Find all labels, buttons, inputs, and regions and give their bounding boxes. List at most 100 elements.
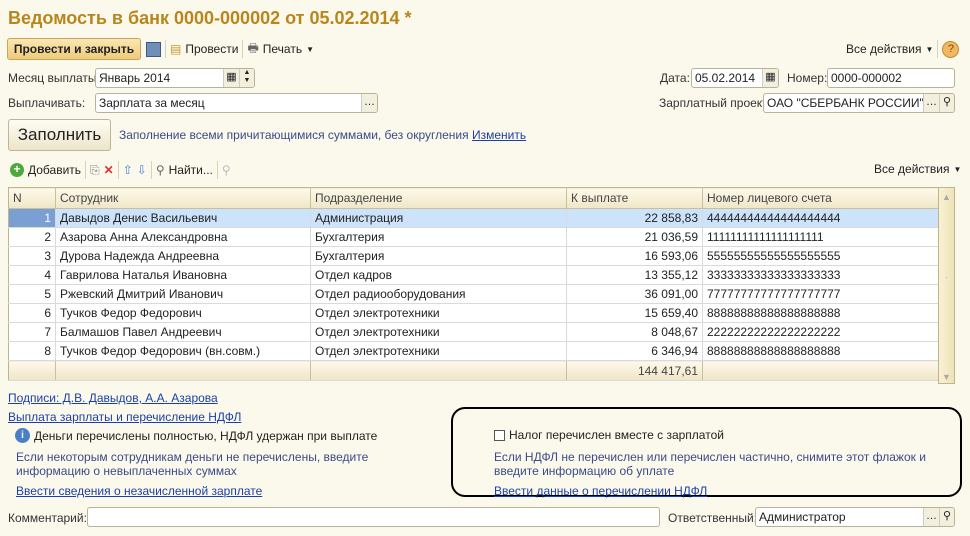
table-row[interactable]: 5 Ржевский Дмитрий Иванович Отдел радиообо… [8,284,940,304]
printer-icon: 🖶 [247,40,259,55]
delete-icon[interactable]: ✕ [104,163,114,177]
add-button[interactable]: + Добавить [10,163,81,177]
department-cell: Отдел электротехники [310,322,567,342]
all-actions-menu[interactable]: Все действия ▼ [846,42,933,56]
employee-cell: Давыдов Денис Васильевич [55,208,311,228]
row-number: 8 [8,341,56,361]
search-icon[interactable]: ⚲ [939,508,954,526]
table-header: N Сотрудник Подразделение К выплате Номе… [8,187,940,209]
comment-field[interactable] [87,507,660,527]
amount-cell: 36 091,00 [566,284,703,304]
account-cell: 44444444444444444444 [702,208,940,228]
table-scrollbar[interactable]: ▲ · ▼ [938,187,955,384]
month-label: Месяц выплаты: [8,71,100,85]
account-cell: 77777777777777777777 [702,284,940,304]
account-cell: 11111111111111111111 [702,227,940,247]
calendar-icon[interactable]: ▦ [223,69,239,87]
select-button[interactable]: … [923,508,939,526]
employee-cell: Балмашов Павел Андреевич [55,322,311,342]
department-cell: Отдел радиооборудования [310,284,567,304]
department-cell: Бухгалтерия [310,246,567,266]
fill-note: Заполнение всеми причитающимися суммами,… [119,128,469,142]
project-field[interactable]: ОАО "СБЕРБАНК РОССИИ"… ⚲ [763,93,955,113]
row-number: 5 [8,284,56,304]
fill-button[interactable]: Заполнить [8,119,111,151]
table-footer: 144 417,61 [8,360,940,381]
column-header[interactable]: N [8,187,56,209]
move-down-icon[interactable]: ⇩ [137,163,147,177]
department-cell: Бухгалтерия [310,227,567,247]
comment-label: Комментарий: [8,511,87,525]
cancel-search-icon[interactable]: ⚲ [222,163,231,177]
info-hint: Если некоторым сотрудникам деньги не пер… [16,450,369,478]
department-cell: Отдел электротехники [310,341,567,361]
amount-cell: 21 036,59 [566,227,703,247]
post-icon: ▤ [170,42,182,56]
column-header[interactable]: Сотрудник [55,187,311,209]
print-button[interactable]: 🖶 Печать ▼ [247,39,314,60]
employee-cell: Дурова Надежда Андреевна [55,246,311,266]
payment-link[interactable]: Выплата зарплаты и перечисление НДФЛ [8,410,241,424]
save-icon[interactable] [146,41,161,57]
post-and-close-button[interactable]: Провести и закрыть [7,38,141,60]
table-row[interactable]: 4 Гаврилова Наталья Ивановна Отдел кадров 1… [8,265,940,285]
table-row[interactable]: 8 Тучков Федор Федорович (вн.совм.) Отдел … [8,341,940,361]
table-row[interactable]: 1 Давыдов Денис Васильевич Администрация 22… [8,208,940,228]
account-cell: 33333333333333333333 [702,265,940,285]
employee-cell: Гаврилова Наталья Ивановна [55,265,311,285]
table-row[interactable]: 3 Дурова Надежда Андреевна Бухгалтерия 16 5… [8,246,940,266]
column-header[interactable]: Номер лицевого счета [702,187,940,209]
responsible-label: Ответственный: [668,511,758,525]
row-number: 3 [8,246,56,266]
tax-payment-link[interactable]: Ввести данные о перечислении НДФЛ [494,484,707,498]
column-header[interactable]: К выплате [566,187,703,209]
row-number: 1 [8,208,56,228]
table-row[interactable]: 7 Балмашов Павел Андреевич Отдел электроте… [8,322,940,342]
spin-icon[interactable]: ▲ ▼ [239,69,254,87]
table-row[interactable]: 2 Азарова Анна Александровна Бухгалтерия 21… [8,227,940,247]
table-all-actions-menu[interactable]: Все действия ▼ [874,162,961,176]
date-label: Дата: [660,71,690,85]
select-button[interactable]: … [923,94,939,112]
help-icon[interactable]: ? [942,40,960,58]
chevron-down-icon: ▼ [306,44,314,54]
copy-icon[interactable]: ⎘ [90,163,100,178]
search-icon[interactable]: ⚲ [939,94,954,112]
responsible-field[interactable]: Администратор… ⚲ [755,507,955,527]
table-row[interactable]: 6 Тучков Федор Федорович Отдел электротехн… [8,303,940,323]
account-cell: 88888888888888888888 [702,303,940,323]
employees-table[interactable]: N Сотрудник Подразделение К выплате Номе… [8,187,940,381]
move-up-icon[interactable]: ⇧ [123,163,133,177]
page-title: Ведомость в банк 0000-000002 от 05.02.20… [8,8,412,28]
unpaid-salary-link[interactable]: Ввести сведения о незачисленной зарплате [16,484,262,498]
amount-cell: 8 048,67 [566,322,703,342]
find-button[interactable]: ⚲ Найти... [156,163,213,177]
amount-cell: 15 659,40 [566,303,703,323]
employee-cell: Тучков Федор Федорович [55,303,311,323]
department-cell: Администрация [310,208,567,228]
employee-cell: Ржевский Дмитрий Иванович [55,284,311,304]
total-amount: 144 417,61 [566,360,703,381]
row-number: 4 [8,265,56,285]
number-field[interactable]: 0000-000002 [827,68,955,88]
chevron-down-icon: ▼ [953,164,962,174]
tax-hint: Если НДФЛ не перечислен или перечислен ч… [494,450,926,478]
signatures-link[interactable]: Подписи: Д.В. Давыдов, А.А. Азарова [8,391,218,405]
tax-checkbox[interactable]: Налог перечислен вместе с зарплатой [494,428,724,442]
employee-cell: Азарова Анна Александровна [55,227,311,247]
department-cell: Отдел кадров [310,265,567,285]
chevron-down-icon: ▼ [925,44,934,54]
select-button[interactable]: … [361,94,377,112]
add-icon: + [10,163,24,177]
pay-field[interactable]: Зарплата за месяц… [95,93,378,113]
date-field[interactable]: 05.02.2014 ▦ [691,68,779,88]
checkbox[interactable] [494,429,505,441]
change-fill-link[interactable]: Изменить [472,128,526,142]
post-button[interactable]: ▤ Провести [170,42,238,56]
search-icon: ⚲ [155,163,165,177]
calendar-icon[interactable]: ▦ [762,69,778,87]
column-header[interactable]: Подразделение [310,187,567,209]
account-cell: 55555555555555555555 [702,246,940,266]
amount-cell: 16 593,06 [566,246,703,266]
month-field[interactable]: Январь 2014 ▦ ▲ ▼ [95,68,255,88]
